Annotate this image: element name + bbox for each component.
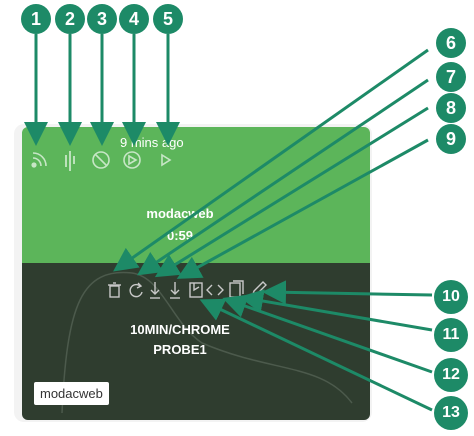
callout-13: 13	[434, 396, 468, 430]
callout-5: 5	[153, 4, 183, 34]
recording-name-line2: PROBE1	[153, 342, 207, 357]
card-title: modacweb	[146, 206, 214, 221]
callout-7: 7	[436, 62, 466, 92]
callout-4: 4	[119, 4, 149, 34]
callout-8: 8	[436, 93, 466, 123]
card-duration: 0:59	[166, 228, 194, 243]
tag-chip[interactable]: modacweb	[34, 382, 109, 405]
callout-6: 6	[436, 28, 466, 58]
time-ago: 9 mins ago	[120, 135, 184, 150]
callout-2: 2	[55, 4, 85, 34]
callout-11: 11	[434, 318, 468, 352]
callout-12: 12	[434, 358, 468, 392]
callout-9: 9	[436, 124, 466, 154]
recording-name-line1: 10MIN/CHROME	[130, 322, 230, 337]
callout-1: 1	[21, 4, 51, 34]
callout-10: 10	[434, 280, 468, 314]
callout-3: 3	[87, 4, 117, 34]
